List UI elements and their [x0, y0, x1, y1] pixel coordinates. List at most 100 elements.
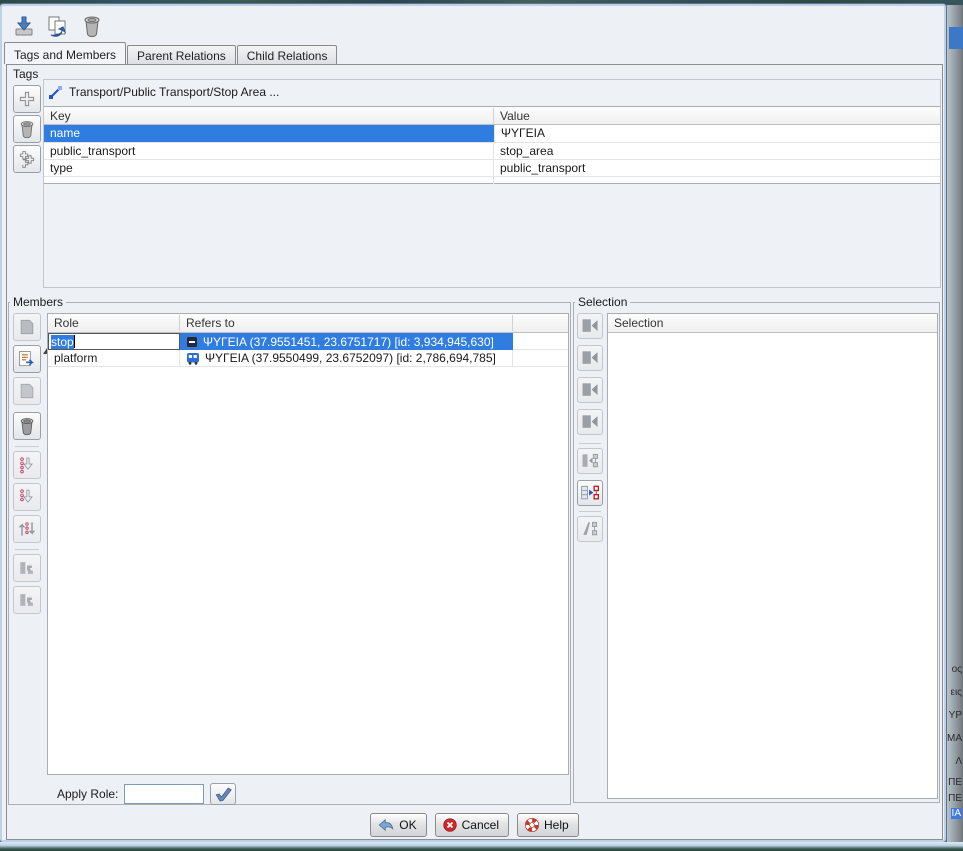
tag-key-cell[interactable]: public_transport	[44, 143, 494, 159]
member-refers-to-text: ΨΥΓΕΙΑ (37.9550499, 23.6752097) [id: 2,7…	[205, 351, 496, 365]
tag-column-header-value[interactable]: Value	[494, 108, 940, 124]
background-list-fragment: εις	[951, 687, 963, 698]
member-refers-to-text: ΨΥΓΕΙΑ (37.9551451, 23.6751717) [id: 3,9…	[203, 335, 494, 349]
member-role-editor[interactable]: stop	[48, 333, 180, 350]
tag-key-cell[interactable]: type	[44, 160, 494, 176]
add-after-icon	[580, 380, 600, 400]
button-separator	[15, 446, 39, 447]
tag-row[interactable]: public_transport stop_area	[44, 143, 940, 160]
background-list-fragment: ος	[952, 664, 962, 675]
bus-platform-icon	[186, 352, 200, 365]
member-refers-to-cell[interactable]: ΨΥΓΕΙΑ (37.9550499, 23.6752097) [id: 2,7…	[180, 350, 513, 366]
add-all-objects-icon	[580, 451, 600, 471]
selection-section-label: Selection	[575, 295, 630, 309]
selection-table: Selection	[607, 313, 938, 799]
preset-link-label[interactable]: Transport/Public Transport/Stop Area ...	[69, 85, 279, 99]
cancel-button[interactable]: Cancel	[435, 813, 509, 837]
add-all-objects-button[interactable]	[577, 448, 603, 474]
add-selected-at-end-button[interactable]	[577, 409, 603, 435]
copy-members-icon	[17, 317, 37, 337]
add-selected-before-button[interactable]	[577, 345, 603, 371]
download-incomplete-members-button[interactable]	[13, 586, 41, 614]
member-role-edit-text: stop	[51, 335, 74, 349]
editor-main-panel: Tags	[6, 64, 943, 840]
member-row[interactable]: platform ΨΥΓΕΙΑ (37.9550499, 23.6752	[48, 350, 568, 367]
preset-link-row[interactable]: Transport/Public Transport/Stop Area ...	[44, 80, 940, 104]
apply-changes-button[interactable]	[10, 12, 38, 40]
move-bottom-icon	[17, 487, 37, 507]
tab-parent-relations[interactable]: Parent Relations	[127, 45, 236, 64]
preset-way-icon	[48, 85, 63, 100]
remove-member-button[interactable]	[13, 412, 41, 440]
delete-relation-button[interactable]	[78, 12, 106, 40]
add-tag-button[interactable]	[13, 85, 41, 113]
help-button-label: Help	[544, 818, 569, 832]
help-button[interactable]: Help	[517, 813, 579, 837]
footer-button-bar: OK Cancel	[7, 813, 942, 837]
relation-toolbar	[10, 10, 106, 42]
apply-role-check-icon	[214, 786, 232, 802]
move-member-down-button[interactable]	[13, 451, 41, 479]
tag-table-header: Key Value	[44, 107, 940, 125]
cancel-button-label: Cancel	[462, 818, 499, 832]
move-member-bottom-button[interactable]	[13, 483, 41, 511]
tag-column-header-key[interactable]: Key	[44, 108, 494, 124]
member-column-header-refers-to[interactable]: Refers to	[180, 315, 513, 331]
member-column-header-blank	[513, 322, 568, 324]
member-table-header: Role Refers to	[48, 314, 568, 333]
member-refers-to-cell[interactable]: ΨΥΓΕΙΑ (37.9551451, 23.6751717) [id: 3,9…	[180, 333, 513, 350]
select-members-icon	[580, 483, 600, 503]
add-selected-at-start-button[interactable]	[577, 313, 603, 339]
tag-row[interactable]: name ΨΥΓΕΙΑ	[44, 125, 940, 143]
apply-role-button[interactable]	[210, 783, 236, 805]
paste-members-icon	[17, 349, 37, 369]
apply-changes-icon	[12, 14, 36, 38]
tag-key-cell[interactable]: name	[44, 125, 494, 142]
delete-tag-icon	[17, 119, 37, 139]
tag-editor-panel: Transport/Public Transport/Stop Area ...…	[43, 79, 941, 288]
duplicate-member-button[interactable]	[13, 377, 41, 405]
tags-section-label: Tags	[10, 67, 41, 81]
tag-value-cell[interactable]: public_transport	[494, 160, 940, 176]
background-list-fragment: ΥΡ	[949, 710, 962, 721]
tag-value-cell[interactable]: stop_area	[494, 143, 940, 159]
apply-role-input[interactable]	[124, 784, 204, 804]
refresh-relation-button[interactable]	[44, 12, 72, 40]
tab-tags-and-members[interactable]: Tags and Members	[4, 42, 126, 64]
add-at-end-icon	[580, 412, 600, 432]
selection-column-header[interactable]: Selection	[608, 315, 937, 331]
desktop-background: ος εις ΥΡ ΜΑ Λ ΠΕ ΠΕ ΙΑ	[0, 0, 963, 851]
sort-members-icon	[17, 519, 37, 539]
add-tag-icon	[17, 89, 37, 109]
download-incomplete-members-icon	[17, 590, 37, 610]
tag-value-cell[interactable]: ΨΥΓΕΙΑ	[494, 125, 940, 142]
copy-members-button[interactable]	[13, 313, 41, 341]
ok-button[interactable]: OK	[370, 813, 426, 837]
background-list-fragment: ΠΕ	[948, 777, 962, 788]
background-list-fragment: Λ	[955, 756, 962, 767]
ok-arrow-icon	[377, 817, 395, 833]
tag-row[interactable]: type public_transport	[44, 160, 940, 177]
paste-tags-icon	[17, 149, 37, 169]
delete-relation-icon	[80, 14, 104, 38]
sort-members-button[interactable]	[13, 515, 41, 543]
members-section-label: Members	[10, 295, 66, 309]
member-row[interactable]: stop ΨΥΓΕΙΑ (37.9551451, 23.6751717) [id…	[48, 333, 568, 350]
apply-role-label: Apply Role:	[57, 787, 118, 801]
add-selected-after-button[interactable]	[577, 377, 603, 403]
member-table: Role Refers to stop	[47, 313, 569, 775]
button-separator	[579, 443, 601, 444]
member-role-cell[interactable]: platform	[48, 350, 180, 366]
editor-tabs: Tags and Members Parent Relations Child …	[4, 42, 338, 64]
paste-members-button[interactable]	[13, 345, 41, 373]
download-members-button[interactable]	[13, 554, 41, 582]
delete-tag-button[interactable]	[13, 115, 41, 143]
background-window-sliver: ος εις ΥΡ ΜΑ Λ ΠΕ ΠΕ ΙΑ	[946, 5, 963, 845]
select-members-button[interactable]	[577, 480, 603, 506]
tab-child-relations[interactable]: Child Relations	[237, 45, 338, 64]
apply-role-row: Apply Role:	[57, 783, 236, 805]
paste-tags-button[interactable]	[13, 145, 41, 173]
remove-selected-members-button[interactable]	[577, 516, 603, 542]
member-column-header-role[interactable]: Role	[48, 315, 180, 331]
remove-member-icon	[17, 416, 37, 436]
